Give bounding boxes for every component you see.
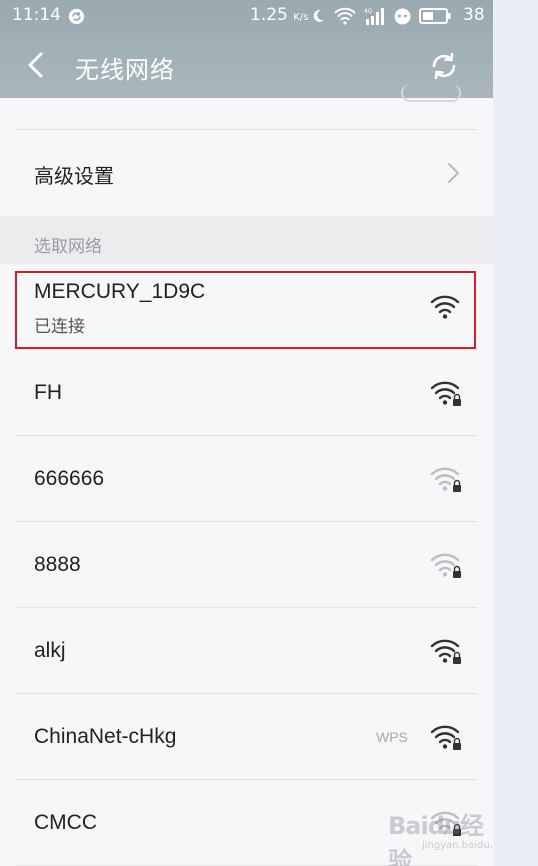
wifi-locked-icon: [430, 725, 461, 750]
toggle-switch[interactable]: [401, 84, 461, 102]
network-row[interactable]: FH: [0, 350, 493, 436]
refresh-icon[interactable]: [428, 50, 460, 82]
battery-icon: [419, 8, 451, 24]
status-bar: 11:14 1.25 K/s 4G 38: [0, 0, 493, 32]
sync-icon: [68, 8, 85, 25]
wifi-locked-icon: [430, 639, 461, 664]
network-status: 已连接: [34, 317, 85, 337]
advanced-settings-label: 高级设置: [34, 164, 114, 188]
settings-list: 高级设置 选取网络 MERCURY_1D9C 已连接 FH 666666 8888 alk…: [0, 84, 493, 866]
status-speed: 1.25 K/s: [250, 5, 308, 25]
watermark-url: jingyan.baidu.com: [422, 840, 493, 851]
moon-icon: [313, 9, 324, 22]
speed-unit: K/s: [293, 12, 309, 23]
speed-value: 1.25: [250, 5, 288, 25]
wifi-locked-icon: [430, 467, 461, 492]
back-arrow-icon[interactable]: [22, 50, 52, 80]
partial-toggle-row: [16, 84, 477, 130]
wifi-locked-icon: [430, 381, 461, 406]
chevron-right-icon: [448, 163, 459, 183]
network-name: FH: [34, 381, 62, 404]
notification-icon: [394, 8, 411, 24]
wps-label: WPS: [376, 729, 408, 745]
network-name: alkj: [34, 639, 66, 662]
network-name: 8888: [34, 553, 81, 576]
status-time: 11:14: [12, 5, 61, 25]
status-icons: 4G: [310, 6, 451, 26]
section-label: 选取网络: [34, 237, 102, 257]
background-strip: [493, 0, 538, 866]
page-title: 无线网络: [75, 56, 175, 84]
network-row[interactable]: MERCURY_1D9C 已连接: [0, 264, 493, 350]
svg-text:4G: 4G: [364, 8, 373, 15]
section-header: 选取网络: [0, 216, 493, 264]
battery-level: 38: [463, 5, 485, 25]
advanced-settings-row[interactable]: 高级设置: [0, 130, 493, 216]
phone-screen: 11:14 1.25 K/s 4G 38 无线网络 高级设置 选取网络 MERC…: [0, 0, 493, 866]
wifi-icon: [430, 295, 460, 319]
network-row[interactable]: 666666: [0, 436, 493, 522]
network-name: MERCURY_1D9C: [34, 280, 206, 303]
network-row[interactable]: ChinaNet-cHkg WPS: [0, 694, 493, 780]
watermark-brand: Baidu经验: [388, 812, 484, 866]
network-name: 666666: [34, 467, 105, 490]
network-row[interactable]: 8888: [0, 522, 493, 608]
signal-icon: 4G: [364, 8, 384, 25]
wifi-locked-icon: [430, 553, 461, 578]
network-list: MERCURY_1D9C 已连接 FH 666666 8888 alkj ChinaNet-…: [0, 264, 493, 866]
network-name: ChinaNet-cHkg: [34, 725, 177, 748]
network-name: CMCC: [34, 811, 97, 834]
network-row[interactable]: alkj: [0, 608, 493, 694]
wifi-status-icon: [334, 7, 356, 25]
